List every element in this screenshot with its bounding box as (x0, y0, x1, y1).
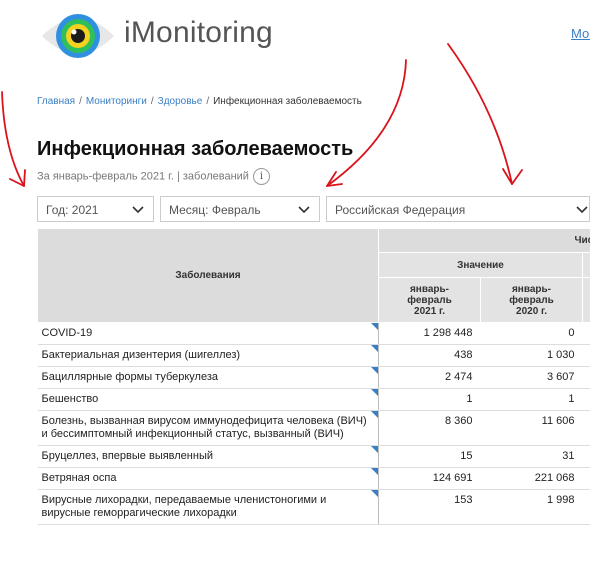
row-corner-marker-icon[interactable] (371, 345, 378, 352)
month-select[interactable]: Месяц: Февраль (160, 196, 320, 222)
disease-name: Болезнь, вызванная вирусом иммунодефицит… (42, 415, 367, 440)
breadcrumb-monitorings[interactable]: Мониторинги (86, 96, 147, 107)
year-select-value: Год: 2021 (46, 203, 98, 217)
value-2020-cell: 0 (481, 323, 583, 345)
header-cases: Число случа (379, 229, 590, 253)
value-2021-cell: 153 (379, 490, 481, 525)
page-subtitle: За январь-февраль 2021 г. | заболеваний i (37, 168, 270, 185)
extra-cell (583, 323, 590, 345)
subtitle-text: За январь-февраль 2021 г. | заболеваний (37, 170, 249, 182)
annotation-arrowhead-region (503, 169, 522, 184)
chevron-down-icon (575, 202, 589, 216)
chevron-down-icon (131, 202, 145, 216)
extra-cell (583, 490, 590, 525)
page-title: Инфекционная заболеваемость (37, 138, 353, 161)
disease-name-cell[interactable]: Бруцеллез, впервые выявленный (38, 446, 379, 468)
value-2020-cell: 31 (481, 446, 583, 468)
header-col-2021[interactable]: январь-февраль 2021 г. (379, 278, 481, 323)
value-2021-cell: 124 691 (379, 468, 481, 490)
incidence-table-container[interactable]: Заболевания Число случа Значение январь-… (37, 228, 590, 568)
breadcrumb-home[interactable]: Главная (37, 96, 75, 107)
value-2020-cell: 221 068 (481, 468, 583, 490)
disease-name-cell[interactable]: Вирусные лихорадки, передаваемые членист… (38, 490, 379, 525)
disease-name: Бациллярные формы туберкулеза (42, 371, 219, 383)
incidence-table: Заболевания Число случа Значение январь-… (37, 228, 590, 525)
annotation-arrow-region (448, 44, 512, 184)
row-corner-marker-icon[interactable] (371, 411, 378, 418)
breadcrumb-health[interactable]: Здоровье (158, 96, 203, 107)
header-diseases[interactable]: Заболевания (38, 229, 379, 323)
disease-name: Бешенство (42, 393, 99, 405)
breadcrumb-separator: / (79, 96, 82, 107)
annotation-arrowhead-year (10, 170, 25, 186)
disease-name: Вирусные лихорадки, передаваемые членист… (42, 494, 327, 519)
table-row[interactable]: Болезнь, вызванная вирусом иммунодефицит… (38, 411, 590, 446)
value-2020-cell: 11 606 (481, 411, 583, 446)
disease-name-cell[interactable]: Бациллярные формы туберкулеза (38, 367, 379, 389)
extra-cell (583, 468, 590, 490)
disease-name-cell[interactable]: Бешенство (38, 389, 379, 411)
table-row[interactable]: Бациллярные формы туберкулеза 2 4743 607 (38, 367, 590, 389)
extra-cell (583, 411, 590, 446)
disease-name-cell[interactable]: Бактериальная дизентерия (шигеллез) (38, 345, 379, 367)
row-corner-marker-icon[interactable] (371, 323, 378, 330)
table-body: COVID-191 298 4480Бактериальная дизентер… (38, 323, 590, 525)
row-corner-marker-icon[interactable] (371, 468, 378, 475)
value-2021-cell: 438 (379, 345, 481, 367)
info-icon[interactable]: i (253, 168, 270, 185)
row-corner-marker-icon[interactable] (371, 367, 378, 374)
brand-name[interactable]: iMonitoring (124, 16, 273, 50)
breadcrumb-separator: / (151, 96, 154, 107)
value-2020-cell: 1 998 (481, 490, 583, 525)
extra-cell (583, 446, 590, 468)
breadcrumb-current: Инфекционная заболеваемость (213, 96, 362, 107)
header-value: Значение (379, 253, 583, 278)
disease-name-cell[interactable]: COVID-19 (38, 323, 379, 345)
table-row[interactable]: Бактериальная дизентерия (шигеллез) 4381 … (38, 345, 590, 367)
annotation-arrow-year (2, 92, 24, 186)
disease-name: Бруцеллез, впервые выявленный (42, 450, 214, 462)
breadcrumb: Главная/Мониторинги/Здоровье/Инфекционна… (37, 96, 362, 107)
month-select-value: Месяц: Февраль (169, 203, 261, 217)
table-row[interactable]: Ветряная оспа 124 691221 068 (38, 468, 590, 490)
header-extra (583, 278, 590, 323)
value-2020-cell: 1 (481, 389, 583, 411)
value-2020-cell: 1 030 (481, 345, 583, 367)
value-2021-cell: 1 298 448 (379, 323, 481, 345)
imonitoring-eye-logo[interactable] (40, 6, 116, 66)
row-corner-marker-icon[interactable] (371, 446, 378, 453)
annotation-arrow-month (327, 60, 406, 186)
extra-cell (583, 367, 590, 389)
disease-name: COVID-19 (42, 327, 93, 339)
top-nav-link[interactable]: Мон (571, 26, 590, 41)
table-row[interactable]: Бешенство 11 (38, 389, 590, 411)
header-extra (583, 253, 590, 278)
annotation-arrowhead-month (327, 172, 342, 186)
table-row[interactable]: COVID-19 1 298 4480 (38, 323, 590, 345)
row-corner-marker-icon[interactable] (371, 389, 378, 396)
extra-cell (583, 389, 590, 411)
value-2020-cell: 3 607 (481, 367, 583, 389)
value-2021-cell: 8 360 (379, 411, 481, 446)
region-select[interactable]: Российская Федерация (326, 196, 590, 222)
disease-name-cell[interactable]: Болезнь, вызванная вирусом иммунодефицит… (38, 411, 379, 446)
disease-name-cell[interactable]: Ветряная оспа (38, 468, 379, 490)
extra-cell (583, 345, 590, 367)
table-row[interactable]: Бруцеллез, впервые выявленный 1531 (38, 446, 590, 468)
chevron-down-icon (297, 202, 311, 216)
value-2021-cell: 2 474 (379, 367, 481, 389)
disease-name: Бактериальная дизентерия (шигеллез) (42, 349, 241, 361)
disease-name: Ветряная оспа (42, 472, 117, 484)
year-select[interactable]: Год: 2021 (37, 196, 154, 222)
breadcrumb-separator: / (206, 96, 209, 107)
table-row[interactable]: Вирусные лихорадки, передаваемые членист… (38, 490, 590, 525)
row-corner-marker-icon[interactable] (371, 490, 378, 497)
value-2021-cell: 1 (379, 389, 481, 411)
region-select-value: Российская Федерация (335, 203, 465, 217)
header-col-2020[interactable]: январь-февраль 2020 г. (481, 278, 583, 323)
value-2021-cell: 15 (379, 446, 481, 468)
